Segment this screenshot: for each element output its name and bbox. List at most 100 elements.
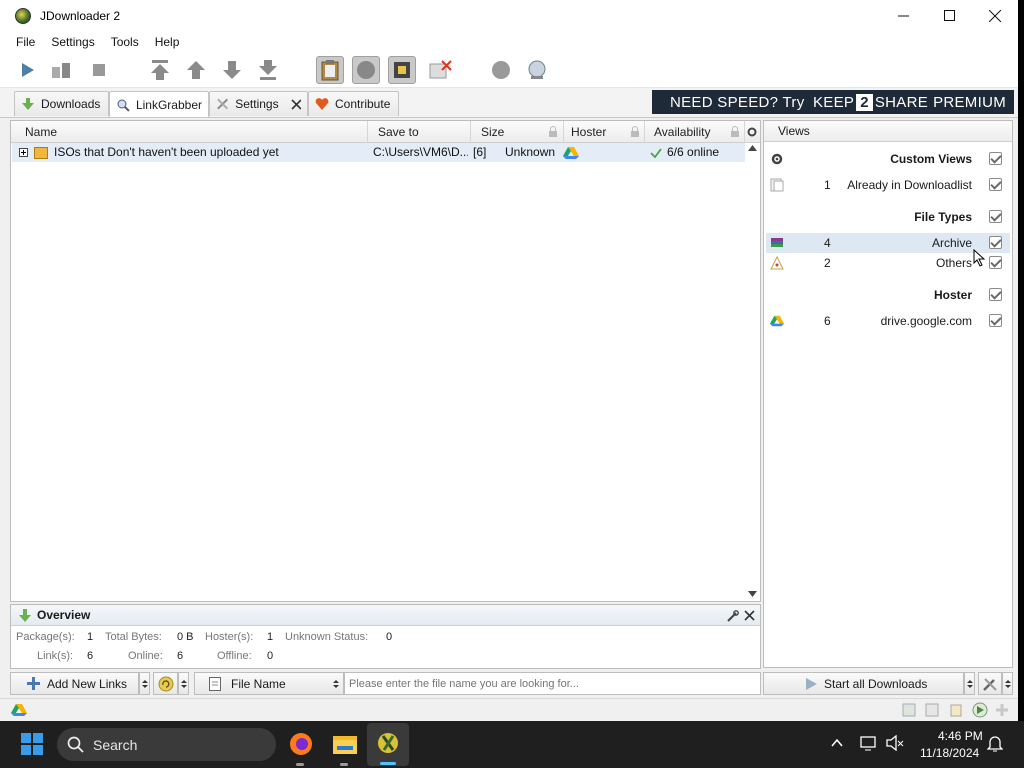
view-already-in-downloadlist[interactable]: 1 Already in Downloadlist: [766, 175, 1010, 195]
network-icon[interactable]: [860, 735, 878, 751]
silent-mode-icon: [429, 60, 452, 79]
archive-icon: [771, 238, 783, 247]
file-explorer-icon[interactable]: [332, 732, 358, 756]
pause-button[interactable]: [47, 56, 75, 84]
tools-icon: [983, 677, 997, 691]
search-input[interactable]: [344, 672, 761, 695]
view-checkbox[interactable]: [989, 178, 1002, 191]
settings-tools-button[interactable]: [978, 672, 1002, 695]
file-types-checkbox[interactable]: [989, 210, 1002, 223]
custom-views-checkbox[interactable]: [989, 152, 1002, 165]
move-bottom-button[interactable]: [254, 56, 282, 84]
google-drive-icon: [11, 704, 27, 716]
window-title: JDownloader 2: [40, 8, 121, 23]
plus-icon[interactable]: [995, 703, 1009, 717]
expand-icon[interactable]: [19, 148, 28, 157]
hoster-header[interactable]: Hoster: [766, 285, 1010, 305]
add-links-menu-button[interactable]: [139, 672, 150, 695]
clipboard-icon[interactable]: [949, 703, 963, 717]
tab-linkgrabber[interactable]: LinkGrabber: [109, 91, 209, 117]
gear-icon[interactable]: [770, 152, 784, 166]
start-all-downloads-button[interactable]: Start all Downloads: [763, 672, 964, 695]
packages-label: Package(s):: [16, 631, 75, 643]
close-button[interactable]: [972, 0, 1018, 31]
update-button[interactable]: [487, 56, 515, 84]
status-icon-1[interactable]: [902, 703, 916, 717]
file-types-title: File Types: [914, 210, 972, 224]
others-icon: [770, 256, 784, 270]
reconnect-now-button[interactable]: [523, 56, 551, 84]
jdownloader-taskbar-button[interactable]: [367, 723, 409, 766]
close-icon[interactable]: [744, 610, 755, 621]
online-value: 6: [177, 650, 184, 662]
move-up-button[interactable]: [182, 56, 210, 84]
menu-help[interactable]: Help: [147, 35, 188, 49]
status-icon-2[interactable]: [925, 703, 939, 717]
silent-mode-button[interactable]: [426, 56, 454, 84]
close-icon: [989, 9, 1001, 22]
file-types-header[interactable]: File Types: [766, 207, 1010, 227]
wrench-icon[interactable]: [727, 610, 739, 622]
start-button[interactable]: [13, 56, 41, 84]
menu-settings[interactable]: Settings: [43, 35, 102, 49]
view-checkbox[interactable]: [989, 314, 1002, 327]
column-settings-icon[interactable]: [747, 127, 757, 137]
add-new-links-button[interactable]: Add New Links: [10, 672, 139, 695]
play-icon: [22, 63, 34, 77]
clear-list-menu-button[interactable]: [178, 672, 189, 695]
hoster-checkbox[interactable]: [989, 288, 1002, 301]
app-window: JDownloader 2 File Settings Tools Help D…: [0, 0, 1018, 721]
scroll-down-icon: [748, 591, 757, 597]
search-icon: [67, 736, 84, 753]
globe-icon: [528, 60, 546, 79]
clipboard-observer-button[interactable]: [316, 56, 344, 84]
table-row[interactable]: ISOs that Don't haven't been uploaded ye…: [12, 143, 745, 162]
links-label: Link(s):: [37, 650, 74, 662]
clock-time[interactable]: 4:46 PM: [938, 729, 983, 743]
start-downloads-menu-button[interactable]: [964, 672, 975, 695]
move-down-button[interactable]: [218, 56, 246, 84]
hosters-label: Hoster(s):: [205, 631, 254, 643]
tab-settings[interactable]: Settings: [209, 91, 308, 116]
search-field-select[interactable]: File Name: [194, 672, 344, 695]
move-top-button[interactable]: [146, 56, 174, 84]
premium-button[interactable]: [388, 56, 416, 84]
offline-label: Offline:: [217, 650, 252, 662]
vertical-scrollbar[interactable]: [745, 143, 760, 601]
col-name[interactable]: Name: [11, 121, 368, 143]
move-top-icon: [151, 60, 169, 80]
chevron-up-icon[interactable]: [831, 739, 843, 747]
online-check-icon: [650, 148, 662, 159]
view-drive-google[interactable]: 6 drive.google.com: [766, 311, 1010, 331]
title-bar: JDownloader 2: [0, 0, 1018, 31]
col-save-to[interactable]: Save to: [368, 121, 471, 143]
google-drive-icon: [563, 147, 579, 159]
auto-reconnect-button[interactable]: [352, 56, 380, 84]
tab-contribute[interactable]: Contribute: [308, 91, 399, 116]
taskbar-search[interactable]: Search: [57, 728, 276, 761]
view-checkbox[interactable]: [989, 236, 1002, 249]
windows-start-icon[interactable]: [21, 733, 43, 755]
tab-downloads-label: Downloads: [41, 97, 101, 111]
menu-tools[interactable]: Tools: [103, 35, 147, 49]
clear-list-button[interactable]: [153, 672, 178, 695]
firefox-icon[interactable]: [288, 731, 314, 757]
stop-button[interactable]: [85, 56, 113, 84]
view-count: 2: [824, 256, 831, 270]
minimize-button[interactable]: [880, 0, 926, 31]
maximize-button[interactable]: [926, 0, 972, 31]
volume-muted-icon[interactable]: [886, 735, 904, 751]
add-link-icon[interactable]: [972, 702, 988, 718]
premium-banner[interactable]: NEED SPEED? Try KEEP 2 SHARE PREMIUM: [652, 90, 1014, 114]
clock-date[interactable]: 11/18/2024: [920, 746, 979, 760]
tab-downloads[interactable]: Downloads: [14, 91, 109, 116]
settings-tools-menu-button[interactable]: [1002, 672, 1013, 695]
menu-file[interactable]: File: [8, 35, 43, 49]
custom-views-header[interactable]: Custom Views: [766, 149, 1010, 169]
close-tab-icon[interactable]: [291, 98, 301, 110]
minimize-icon: [897, 15, 909, 17]
view-checkbox[interactable]: [989, 256, 1002, 269]
notification-bell-icon[interactable]: [987, 734, 1003, 752]
premium-icon: [394, 62, 410, 78]
view-count: 6: [824, 314, 831, 328]
